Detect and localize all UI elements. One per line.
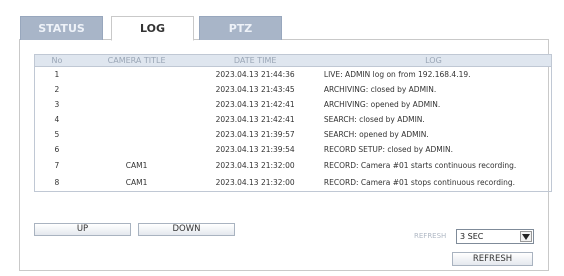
table-row[interactable]: 7 CAM1 2023.04.13 21:32:00 RECORD: Camer…: [35, 157, 551, 174]
tab-status[interactable]: STATUS: [20, 16, 103, 40]
row-log: SEARCH: opened by ADMIN.: [323, 129, 429, 139]
row-no: 6: [54, 144, 60, 154]
table-row[interactable]: 6 2023.04.13 21:39:54 RECORD SETUP: clos…: [35, 142, 551, 157]
tab-ptz[interactable]: PTZ: [199, 16, 282, 40]
tab-log[interactable]: LOG: [111, 16, 194, 41]
row-datetime: 2023.04.13 21:39:54: [215, 144, 295, 154]
header-log: LOG: [425, 56, 442, 65]
row-no: 4: [54, 114, 60, 124]
row-log: RECORD SETUP: closed by ADMIN.: [323, 144, 453, 154]
header-camera-title: CAMERA TITLE: [107, 56, 166, 65]
row-datetime: 2023.04.13 21:32:00: [215, 177, 295, 187]
down-button[interactable]: DOWN: [138, 223, 235, 236]
table-header: No CAMERA TITLE DATE TIME LOG: [35, 55, 551, 67]
chevron-down-icon[interactable]: [520, 231, 532, 242]
table-row[interactable]: 2 2023.04.13 21:43:45 ARCHIVING: closed …: [35, 82, 551, 97]
table-row[interactable]: 8 CAM1 2023.04.13 21:32:00 RECORD: Camer…: [35, 174, 551, 191]
row-datetime: 2023.04.13 21:32:00: [215, 160, 295, 170]
refresh-button[interactable]: REFRESH: [452, 252, 533, 266]
row-log: RECORD: Camera #01 starts continuous rec…: [323, 160, 517, 170]
row-no: 8: [54, 177, 60, 187]
table-row[interactable]: 3 2023.04.13 21:42:41 ARCHIVING: opened …: [35, 97, 551, 112]
row-log: SEARCH: closed by ADMIN.: [323, 114, 425, 124]
row-no: 3: [54, 99, 60, 109]
row-datetime: 2023.04.13 21:43:45: [215, 84, 295, 94]
header-date-time: DATE TIME: [233, 56, 277, 65]
table-row[interactable]: 5 2023.04.13 21:39:57 SEARCH: opened by …: [35, 127, 551, 142]
row-camera: CAM1: [125, 177, 148, 187]
row-no: 7: [54, 160, 60, 170]
row-datetime: 2023.04.13 21:39:57: [215, 129, 295, 139]
table-row[interactable]: 4 2023.04.13 21:42:41 SEARCH: closed by …: [35, 112, 551, 127]
refresh-interval-select[interactable]: 3 SEC: [456, 229, 534, 244]
row-log: ARCHIVING: closed by ADMIN.: [323, 84, 437, 94]
table-row[interactable]: 1 2023.04.13 21:44:36 LIVE: ADMIN log on…: [35, 67, 551, 82]
row-datetime: 2023.04.13 21:42:41: [215, 114, 295, 124]
row-no: 2: [54, 84, 60, 94]
row-log: ARCHIVING: opened by ADMIN.: [323, 99, 441, 109]
row-no: 1: [54, 69, 60, 79]
row-datetime: 2023.04.13 21:42:41: [215, 99, 295, 109]
row-datetime: 2023.04.13 21:44:36: [215, 69, 295, 79]
row-no: 5: [54, 129, 60, 139]
refresh-interval-label: REFRESH: [414, 232, 447, 240]
up-button[interactable]: UP: [34, 223, 131, 236]
row-log: LIVE: ADMIN log on from 192.168.4.19.: [323, 69, 471, 79]
row-camera: CAM1: [125, 160, 148, 170]
row-log: RECORD: Camera #01 stops continuous reco…: [323, 177, 515, 187]
log-table: No CAMERA TITLE DATE TIME LOG 1 2023.04.…: [34, 54, 552, 192]
refresh-interval-value: 3 SEC: [460, 232, 484, 241]
header-no: No: [51, 56, 63, 65]
